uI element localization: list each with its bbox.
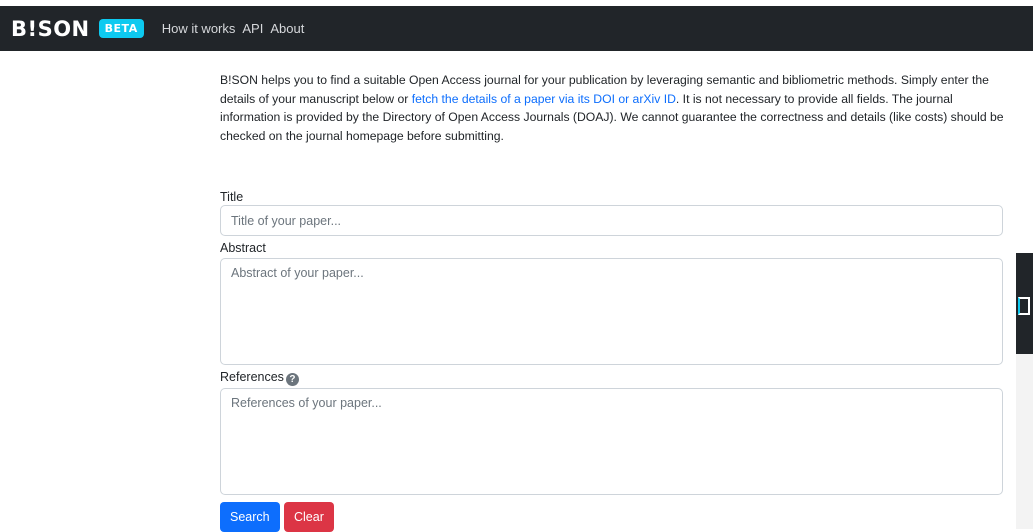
nav-links: How it works API About: [162, 21, 312, 36]
clear-button[interactable]: Clear: [284, 502, 334, 532]
references-label-row: References?: [220, 370, 299, 386]
nav-how-it-works[interactable]: How it works: [162, 21, 236, 36]
beta-badge: BETA: [98, 19, 144, 38]
brand-logo[interactable]: B!SON BETA: [11, 17, 144, 41]
intro-text: B!SON helps you to find a suitable Open …: [220, 71, 1010, 145]
nav-api[interactable]: API: [242, 21, 263, 36]
side-widget[interactable]: [1016, 253, 1033, 354]
nav-about[interactable]: About: [270, 21, 304, 36]
help-icon[interactable]: ?: [285, 373, 299, 386]
brand-name: B!SON: [11, 16, 90, 41]
side-panel: [1016, 354, 1033, 529]
fetch-doi-link[interactable]: fetch the details of a paper via its DOI…: [412, 92, 676, 106]
title-input[interactable]: [220, 205, 1003, 236]
abstract-label: Abstract: [220, 241, 266, 255]
abstract-textarea[interactable]: [220, 258, 1003, 365]
references-label: References: [220, 370, 284, 384]
search-button[interactable]: Search: [220, 502, 280, 532]
side-widget-icon: [1018, 297, 1030, 315]
navbar: B!SON BETA How it works API About: [0, 6, 1033, 51]
references-textarea[interactable]: [220, 388, 1003, 495]
title-label: Title: [220, 190, 244, 204]
